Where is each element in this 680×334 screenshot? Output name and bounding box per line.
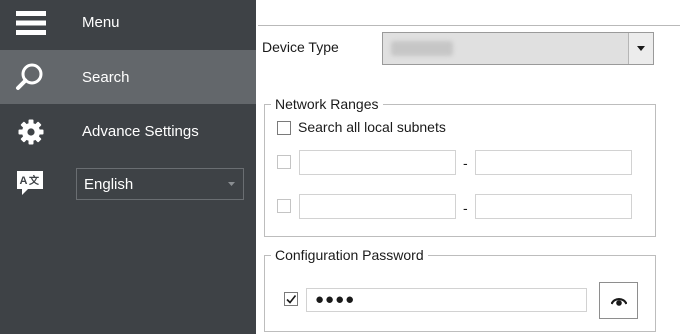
menu-button[interactable]: Menu [0,0,256,50]
range-1-checkbox[interactable] [277,155,291,169]
checkmark-icon [286,295,297,304]
sidebar: Menu Search Advance Settings A 文 English [0,0,256,334]
configuration-password-legend: Configuration Password [275,247,424,263]
password-input[interactable]: ●●●● [306,288,587,312]
range-2-checkbox[interactable] [277,199,291,213]
search-icon [16,63,43,90]
gear-icon [18,119,44,145]
search-all-subnets-checkbox[interactable] [277,121,291,135]
translate-icon: A 文 [17,171,43,195]
menu-label: Menu [82,14,120,31]
language-select[interactable]: English [76,168,244,200]
eye-icon [611,298,627,306]
range-2-start-input[interactable] [299,194,456,219]
device-type-label: Device Type [262,39,339,55]
sidebar-item-search[interactable]: Search [0,50,256,104]
password-enable-checkbox[interactable] [284,292,298,306]
chevron-down-icon [228,182,235,186]
reveal-password-button[interactable] [599,282,638,319]
sidebar-item-label: Search [82,69,130,86]
range-2-separator: - [463,200,468,216]
range-2-end-input[interactable] [475,194,632,219]
range-1-start-input[interactable] [299,150,456,175]
device-type-value-redacted [391,41,453,56]
hamburger-icon [16,11,46,35]
sidebar-item-label: Advance Settings [82,123,199,140]
range-1-end-input[interactable] [475,150,632,175]
sidebar-item-advance-settings[interactable]: Advance Settings [0,106,256,158]
svg-text:A: A [20,175,28,187]
language-value: English [84,176,134,193]
header-divider [258,25,680,26]
network-ranges-legend: Network Ranges [275,96,379,112]
device-type-select[interactable] [382,32,654,65]
password-masked-value: ●●●● [315,291,356,308]
chevron-down-icon [637,46,645,51]
range-1-separator: - [463,155,468,171]
device-type-dropdown-button[interactable] [628,33,653,64]
search-all-subnets-label: Search all local subnets [298,119,446,135]
svg-text:文: 文 [29,174,40,187]
